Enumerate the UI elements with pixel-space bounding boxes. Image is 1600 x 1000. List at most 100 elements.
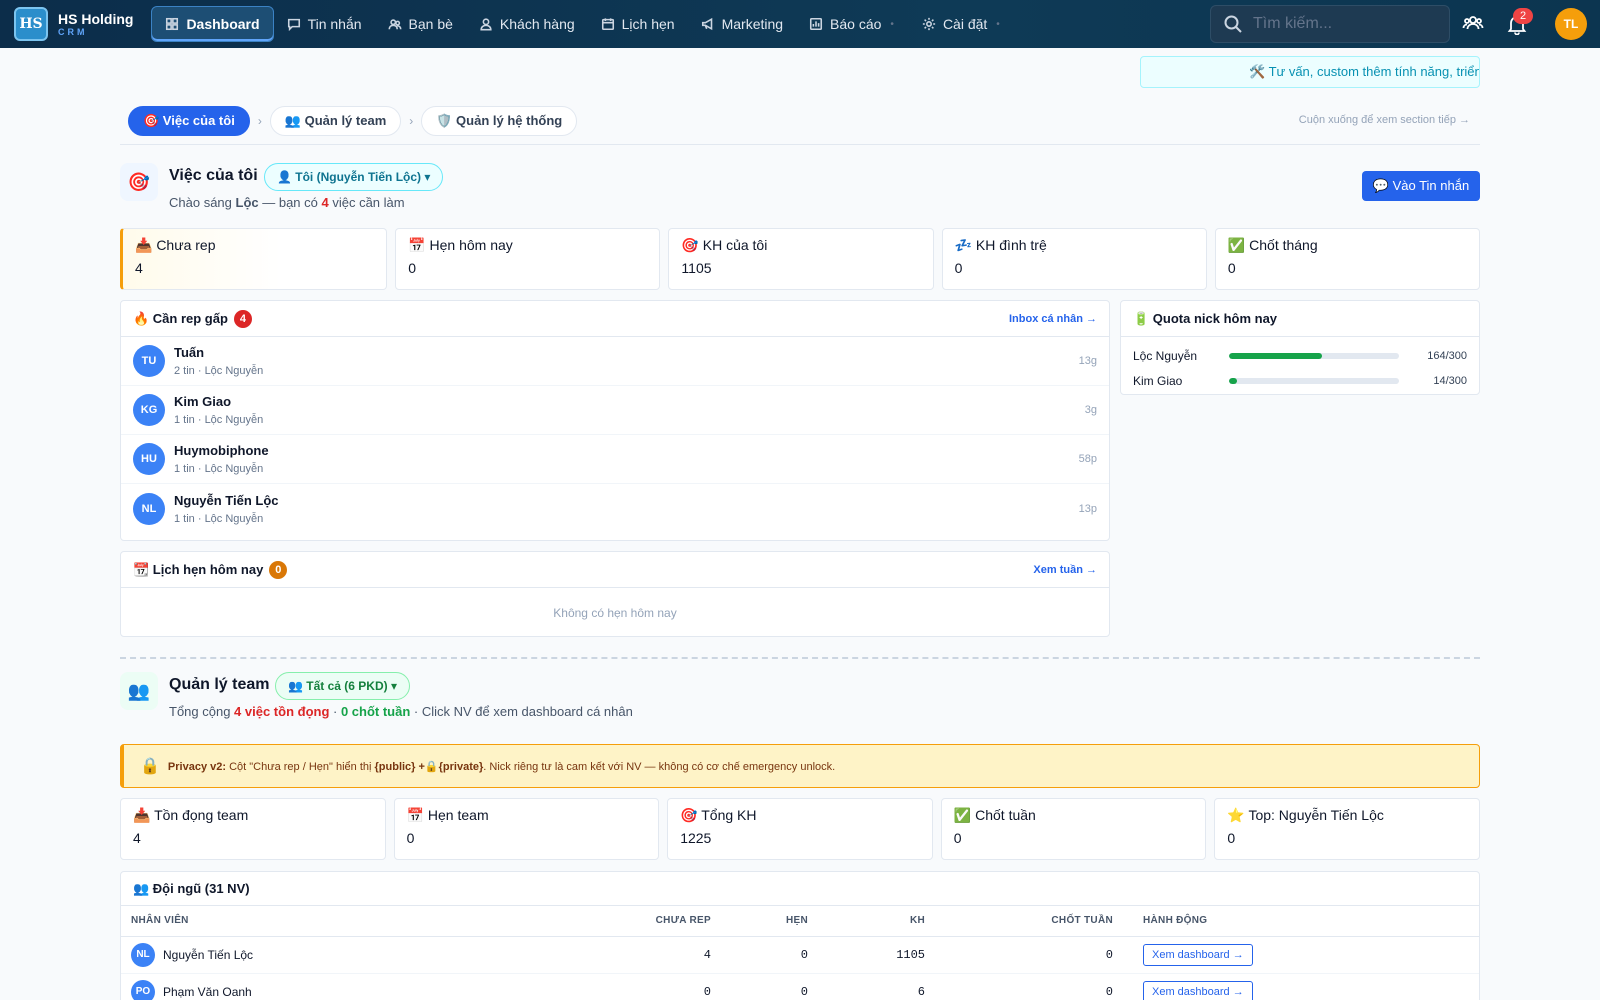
section-tabs: 🎯 Việc của tôi › 👥 Quản lý team › 🛡️ Quả… xyxy=(128,106,578,136)
summary-pending: 4 việc tồn đọng xyxy=(234,704,330,719)
brand-logo[interactable]: HS xyxy=(14,7,48,41)
nav-customers[interactable]: Khách hàng xyxy=(466,6,588,42)
stat-card[interactable]: ⭐ Top: Nguyễn Tiến Lộc 0 xyxy=(1214,798,1480,860)
time-ago: 3g xyxy=(1084,404,1097,416)
quota-bar xyxy=(1229,377,1399,384)
nav-customers-label: Khách hàng xyxy=(499,16,575,32)
list-item[interactable]: HU Huymobiphone 1 tin · Lộc Nguyễn 58p xyxy=(121,435,1109,484)
stat-label: ✅ Chốt tháng xyxy=(1227,237,1318,253)
greeting-count: 4 xyxy=(321,195,329,210)
appointment-count: 0 xyxy=(721,936,818,974)
privacy-text: Privacy v2: Cột "Chưa rep / Hẹn" hiển th… xyxy=(168,760,835,773)
contact-name: Huymobiphone xyxy=(174,443,269,458)
section-title: Quản lý team xyxy=(169,676,270,693)
go-messages-button[interactable]: 💬 Vào Tin nhắn xyxy=(1362,171,1480,201)
privacy-pre: Cột "Chưa rep / Hẹn" hiển thị xyxy=(226,760,375,773)
contact-meta: 1 tin · Lộc Nguyễn xyxy=(174,463,264,475)
stat-card[interactable]: ✅ Chốt tuần 0 xyxy=(940,798,1207,860)
nav-settings[interactable]: Cài đặt • xyxy=(909,6,1015,42)
team-table: NHÂN VIÊN CHƯA REP HẸN KH CHỐT TUẦN HÀNH… xyxy=(121,906,1479,1000)
list-item[interactable]: TU Tuấn 2 tin · Lộc Nguyễn 13g xyxy=(121,337,1109,386)
main-menu: Dashboard Tin nhắn Bạn bè Khách hàng Lịc… xyxy=(151,0,1014,48)
contact-name: Nguyễn Tiến Lộc xyxy=(174,492,279,508)
quota-value: 14/300 xyxy=(1433,374,1467,387)
user-avatar[interactable]: TL xyxy=(1555,8,1587,40)
team-icon: 👥 xyxy=(120,672,158,710)
stat-label: ⭐ Top: Nguyễn Tiến Lộc xyxy=(1227,807,1384,823)
table-row[interactable]: PO Phạm Văn Oanh 0 0 6 0 Xem dashboard → xyxy=(121,973,1479,1000)
team-icon[interactable] xyxy=(1462,12,1484,37)
employee-name[interactable]: Nguyễn Tiến Lộc xyxy=(163,948,253,962)
section-divider xyxy=(120,657,1480,659)
list-item[interactable]: KG Kim Giao 1 tin · Lộc Nguyễn 3g xyxy=(121,386,1109,435)
scope-selector[interactable]: 👤 Tôi (Nguyễn Tiến Lộc) ▾ xyxy=(264,163,444,191)
stat-label: 📅 Hẹn team xyxy=(406,807,489,823)
urgent-panel: 🔥 Cần rep gấp 4 Inbox cá nhân → TU Tuấn 2 … xyxy=(120,300,1110,541)
consult-banner[interactable]: 🛠️ Tư vấn, custom thêm tính năng, triển xyxy=(1140,56,1480,88)
col-appointments: HẸN xyxy=(721,906,818,937)
view-dashboard-button[interactable]: Xem dashboard → xyxy=(1143,943,1253,966)
quota-fill xyxy=(1229,377,1237,384)
unreplied-count: 0 xyxy=(561,973,721,1000)
stat-value: 0 xyxy=(1227,260,1236,276)
col-customers: KH xyxy=(818,906,935,937)
quota-bar xyxy=(1229,352,1399,359)
table-header-row: NHÂN VIÊN CHƯA REP HẸN KH CHỐT TUẦN HÀNH… xyxy=(121,906,1479,937)
search-box[interactable] xyxy=(1210,5,1450,43)
scroll-hint: Cuộn xuống để xem section tiếp → xyxy=(1298,114,1470,126)
greeting-mid: — bạn có xyxy=(258,195,322,210)
nav-reports[interactable]: Báo cáo • xyxy=(796,6,909,42)
panel-header: 📆 Lịch hẹn hôm nay 0 Xem tuần → xyxy=(121,552,1109,588)
greeting-pre: Chào sáng xyxy=(169,195,236,210)
tab-team[interactable]: 👥 Quản lý team xyxy=(269,106,402,136)
stat-card[interactable]: 💤 KH đình trệ 0 xyxy=(941,228,1207,290)
stat-card[interactable]: 🎯 KH của tôi 1105 xyxy=(668,228,934,290)
table-row[interactable]: NL Nguyễn Tiến Lộc 4 0 1105 0 Xem dashboa… xyxy=(121,936,1479,974)
nav-marketing[interactable]: Marketing xyxy=(688,6,796,42)
stat-value: 4 xyxy=(133,830,141,846)
customer-icon xyxy=(480,18,492,31)
nav-messages[interactable]: Tin nhắn xyxy=(274,6,375,42)
appointment-count: 0 xyxy=(721,973,818,1000)
week-link[interactable]: Xem tuần → xyxy=(1033,564,1097,576)
nav-friends-label: Bạn bè xyxy=(408,16,453,32)
team-stats: 📥 Tồn đọng team 4 📅 Hẹn team 0 🎯 Tổng KH 12… xyxy=(120,798,1480,860)
col-closed-week: CHỐT TUẦN xyxy=(935,906,1123,937)
stat-card[interactable]: 📅 Hẹn hôm nay 0 xyxy=(395,228,661,290)
tab-system[interactable]: 🛡️ Quản lý hệ thống xyxy=(421,106,578,136)
stat-value: 0 xyxy=(1227,830,1236,846)
contact-meta: 2 tin · Lộc Nguyễn xyxy=(174,365,264,377)
stat-card[interactable]: 📥 Chưa rep 4 xyxy=(120,228,388,290)
nav-dashboard[interactable]: Dashboard xyxy=(151,6,274,42)
search-input[interactable] xyxy=(1253,15,1433,33)
avatar: NL xyxy=(131,942,155,967)
quota-name: Kim Giao xyxy=(1133,373,1183,388)
quota-panel: 🔋 Quota nick hôm nay Lộc Nguyễn 164/300 K… xyxy=(1120,300,1480,395)
privacy-post: . Nick riêng tư là cam kết với NV — khôn… xyxy=(483,760,836,773)
nav-dashboard-label: Dashboard xyxy=(186,16,260,32)
tab-my-work[interactable]: 🎯 Việc của tôi xyxy=(128,106,250,136)
inbox-link[interactable]: Inbox cá nhân → xyxy=(1009,313,1097,325)
employee-name[interactable]: Phạm Văn Oanh xyxy=(163,985,252,999)
quota-fill xyxy=(1229,352,1322,359)
nav-friends[interactable]: Bạn bè xyxy=(375,6,466,42)
megaphone-icon xyxy=(701,17,712,31)
stat-card[interactable]: 📅 Hẹn team 0 xyxy=(393,798,660,860)
greeting-name: Lộc xyxy=(235,195,259,210)
avatar: NL xyxy=(133,492,165,525)
stat-card[interactable]: ✅ Chốt tháng 0 xyxy=(1214,228,1481,290)
stat-card[interactable]: 📥 Tồn đọng team 4 xyxy=(120,798,386,860)
brand[interactable]: HS Holding CRM xyxy=(58,12,133,37)
nav-calendar[interactable]: Lịch hẹn xyxy=(588,6,688,42)
team-scope-selector[interactable]: 👥 Tất cả (6 PKD) ▾ xyxy=(275,672,410,700)
closed-count: 0 xyxy=(935,936,1123,974)
brand-sub: CRM xyxy=(58,26,88,37)
contact-name: Kim Giao xyxy=(174,394,232,409)
panel-title: 🔋 Quota nick hôm nay xyxy=(1133,310,1278,326)
summary-sep: · xyxy=(329,704,341,719)
quota-name: Lộc Nguyễn xyxy=(1133,348,1198,363)
list-item[interactable]: NL Nguyễn Tiến Lộc 1 tin · Lộc Nguyễn 13p xyxy=(121,484,1109,533)
view-dashboard-button[interactable]: Xem dashboard → xyxy=(1143,980,1253,1000)
contact-meta: 1 tin · Lộc Nguyễn xyxy=(174,512,264,525)
stat-card[interactable]: 🎯 Tổng KH 1225 xyxy=(667,798,933,860)
